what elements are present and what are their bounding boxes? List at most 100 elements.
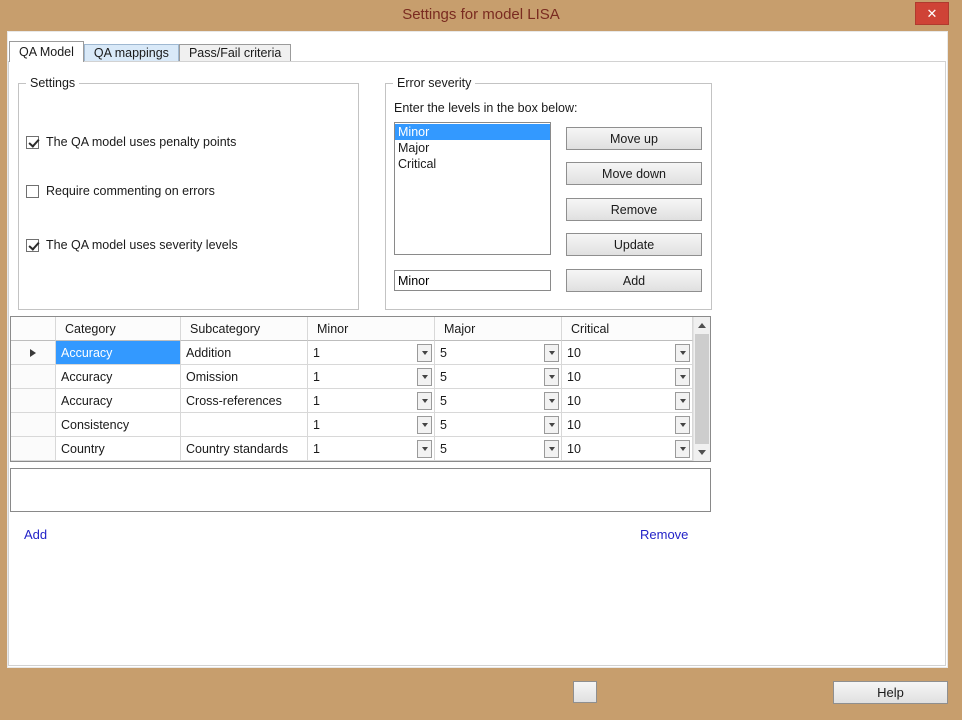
- dropdown-button[interactable]: [417, 415, 432, 434]
- checkbox-penalty-points[interactable]: The QA model uses penalty points: [26, 135, 236, 149]
- checkbox-require-commenting[interactable]: Require commenting on errors: [26, 184, 215, 198]
- category-cell[interactable]: Accuracy: [56, 365, 181, 389]
- chevron-down-icon: [548, 398, 555, 403]
- dropdown-button[interactable]: [675, 439, 690, 458]
- dropdown-button[interactable]: [417, 343, 432, 362]
- help-button[interactable]: Help: [833, 681, 948, 704]
- subcategory-cell[interactable]: [181, 413, 308, 437]
- major-value: 5: [440, 441, 447, 456]
- tab-qa-mappings-label: QA mappings: [93, 46, 169, 60]
- move-down-button[interactable]: Move down: [566, 162, 702, 185]
- level-item-minor[interactable]: Minor: [395, 124, 550, 140]
- table-row: Accuracy Omission 1 5 10: [11, 365, 693, 389]
- dropdown-button[interactable]: [675, 415, 690, 434]
- major-cell[interactable]: 5: [435, 389, 562, 413]
- checkbox-severity-levels[interactable]: The QA model uses severity levels: [26, 238, 238, 252]
- table-row: Accuracy Cross-references 1 5 10: [11, 389, 693, 413]
- tab-qa-model[interactable]: QA Model: [9, 41, 84, 62]
- window-title: Settings for model LISA: [402, 6, 560, 23]
- new-category-input[interactable]: [10, 468, 711, 512]
- add-category-link[interactable]: Add: [24, 527, 47, 542]
- column-header-minor[interactable]: Minor: [308, 317, 435, 341]
- checkbox-require-commenting-box: [26, 184, 39, 198]
- table-row: Country Country standards 1 5 10: [11, 437, 693, 461]
- chevron-down-icon: [421, 422, 428, 427]
- categories-grid: Category Subcategory Minor Major Critica…: [10, 316, 711, 462]
- critical-cell[interactable]: 10: [562, 341, 693, 365]
- dropdown-button[interactable]: [417, 439, 432, 458]
- critical-cell[interactable]: 10: [562, 365, 693, 389]
- dropdown-button[interactable]: [417, 367, 432, 386]
- chevron-down-icon: [548, 422, 555, 427]
- critical-cell[interactable]: 10: [562, 389, 693, 413]
- subcategory-cell[interactable]: Addition: [181, 341, 308, 365]
- minor-cell[interactable]: 1: [308, 365, 435, 389]
- close-icon: ✕: [926, 5, 938, 21]
- dropdown-button[interactable]: [544, 367, 559, 386]
- levels-instruction: Enter the levels in the box below:: [394, 101, 578, 115]
- critical-cell[interactable]: 10: [562, 437, 693, 461]
- dropdown-button[interactable]: [417, 391, 432, 410]
- minor-value: 1: [313, 441, 320, 456]
- scroll-thumb[interactable]: [695, 334, 709, 444]
- scroll-up-button[interactable]: [694, 317, 710, 334]
- column-header-subcategory[interactable]: Subcategory: [181, 317, 308, 341]
- major-value: 5: [440, 369, 447, 384]
- category-cell[interactable]: Consistency: [56, 413, 181, 437]
- current-row-marker-icon: [30, 348, 36, 357]
- category-cell[interactable]: Accuracy: [56, 341, 181, 365]
- dropdown-button[interactable]: [675, 391, 690, 410]
- tab-qa-mappings[interactable]: QA mappings: [83, 44, 179, 61]
- grid-scrollbar[interactable]: [693, 317, 710, 461]
- level-item-major[interactable]: Major: [395, 140, 550, 156]
- column-header-row-selector[interactable]: [11, 317, 56, 341]
- major-cell[interactable]: 5: [435, 413, 562, 437]
- minor-cell[interactable]: 1: [308, 437, 435, 461]
- category-cell[interactable]: Country: [56, 437, 181, 461]
- chevron-down-icon: [548, 374, 555, 379]
- tab-pass-fail-criteria[interactable]: Pass/Fail criteria: [178, 44, 292, 61]
- critical-cell[interactable]: 10: [562, 413, 693, 437]
- update-level-button[interactable]: Update: [566, 233, 702, 256]
- dropdown-button[interactable]: [544, 415, 559, 434]
- error-severity-group: Error severity Enter the levels in the b…: [385, 76, 712, 310]
- close-button[interactable]: ✕: [915, 2, 949, 25]
- row-selector-cell[interactable]: [11, 413, 56, 437]
- severity-levels-listbox[interactable]: Minor Major Critical: [394, 122, 551, 255]
- minor-cell[interactable]: 1: [308, 389, 435, 413]
- minor-cell[interactable]: 1: [308, 341, 435, 365]
- subcategory-cell[interactable]: Country standards: [181, 437, 308, 461]
- scroll-down-button[interactable]: [694, 444, 710, 461]
- dropdown-button[interactable]: [544, 439, 559, 458]
- table-row: Consistency 1 5 10: [11, 413, 693, 437]
- dropdown-button[interactable]: [544, 391, 559, 410]
- major-cell[interactable]: 5: [435, 437, 562, 461]
- minor-cell[interactable]: 1: [308, 413, 435, 437]
- row-selector-cell[interactable]: [11, 437, 56, 461]
- level-input[interactable]: [394, 270, 551, 291]
- critical-value: 10: [567, 393, 581, 408]
- dropdown-button[interactable]: [544, 343, 559, 362]
- footer-small-button[interactable]: [573, 681, 597, 703]
- move-up-button[interactable]: Move up: [566, 127, 702, 150]
- minor-value: 1: [313, 393, 320, 408]
- add-level-button[interactable]: Add: [566, 269, 702, 292]
- row-selector-cell[interactable]: [11, 341, 56, 365]
- dropdown-button[interactable]: [675, 343, 690, 362]
- column-header-category[interactable]: Category: [56, 317, 181, 341]
- major-cell[interactable]: 5: [435, 341, 562, 365]
- row-selector-cell[interactable]: [11, 389, 56, 413]
- subcategory-cell[interactable]: Omission: [181, 365, 308, 389]
- chevron-down-icon: [421, 374, 428, 379]
- remove-category-link[interactable]: Remove: [640, 527, 688, 542]
- subcategory-cell[interactable]: Cross-references: [181, 389, 308, 413]
- column-header-major[interactable]: Major: [435, 317, 562, 341]
- remove-level-button[interactable]: Remove: [566, 198, 702, 221]
- major-cell[interactable]: 5: [435, 365, 562, 389]
- column-header-critical[interactable]: Critical: [562, 317, 693, 341]
- dropdown-button[interactable]: [675, 367, 690, 386]
- row-selector-cell[interactable]: [11, 365, 56, 389]
- category-cell[interactable]: Accuracy: [56, 389, 181, 413]
- level-item-critical[interactable]: Critical: [395, 156, 550, 172]
- chevron-down-icon: [698, 450, 706, 455]
